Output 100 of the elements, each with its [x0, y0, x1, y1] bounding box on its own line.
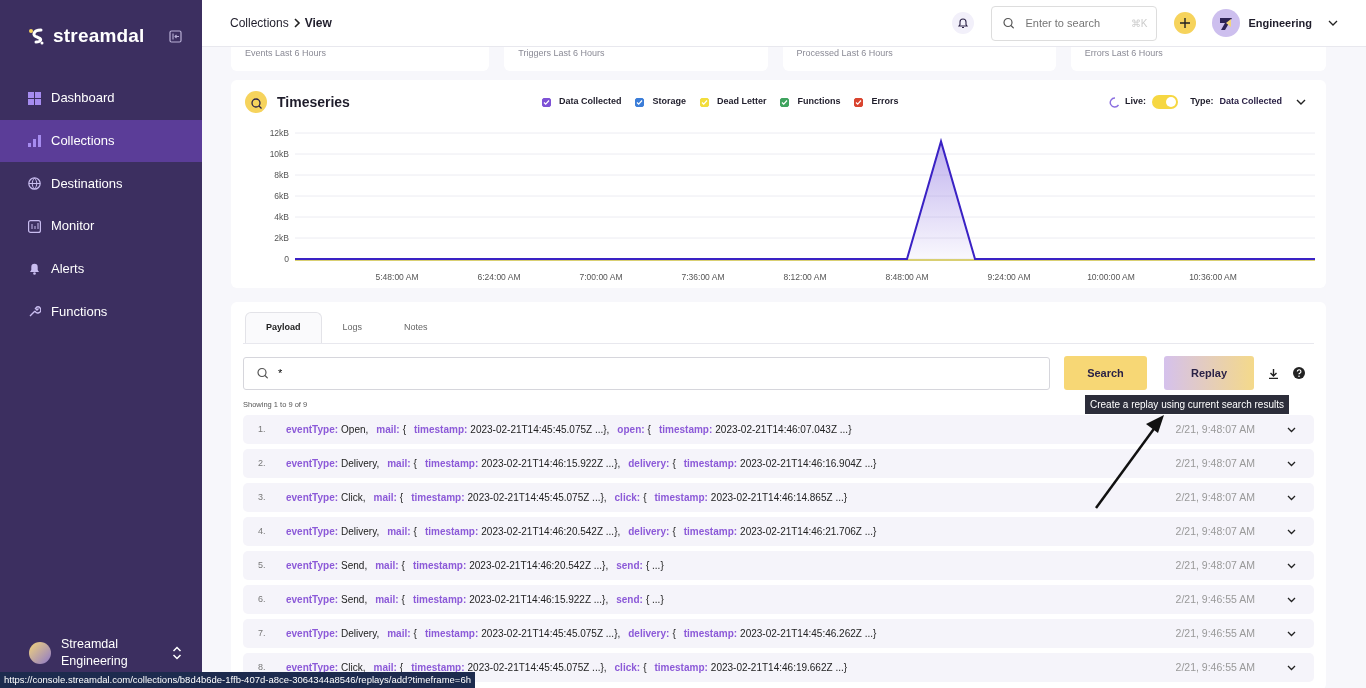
- timeseries-icon: [245, 91, 267, 113]
- add-button[interactable]: [1174, 12, 1197, 34]
- wrench-icon: [28, 304, 41, 318]
- payload-row[interactable]: 7. eventType: Delivery, mail: { timestamp: 2023-02-21T14:45:45.075Z ...}, delivery: { timestamp: 2023-02-21T14:45:46.262Z ...} 2/21, 9:46:55 AM: [243, 619, 1314, 648]
- chevron-down-icon: [1296, 99, 1306, 105]
- stat-label: Processed Last 6 Hours: [796, 48, 893, 58]
- legend-checkbox[interactable]: [780, 97, 790, 107]
- chevron-down-icon[interactable]: [1328, 20, 1338, 26]
- plus-icon: [1179, 17, 1192, 29]
- logo-icon: [27, 26, 45, 46]
- nav-item[interactable]: Alerts: [0, 247, 202, 290]
- stat-label: Events Last 6 Hours: [245, 48, 327, 58]
- notification-icon[interactable]: [952, 12, 975, 34]
- nav-item[interactable]: Dashboard: [0, 77, 202, 119]
- tab[interactable]: Notes: [383, 312, 449, 343]
- team-name: Engineering: [61, 653, 128, 670]
- switch-icon[interactable]: [172, 646, 182, 660]
- row-number: 5.: [258, 558, 267, 572]
- payload-row[interactable]: 3. eventType: Click, mail: { timestamp: 2023-02-21T14:45:45.075Z ...}, click: { timestamp: 2023-02-21T14:46:14.865Z ...} 2/21, 9:48:07 AM: [243, 483, 1314, 512]
- row-time: 2/21, 9:48:07 AM: [1175, 557, 1255, 573]
- team-name: Engineering: [1248, 15, 1312, 31]
- chevron-down-icon[interactable]: [1287, 630, 1296, 637]
- payload-text: eventType: Send, mail: { timestamp: 2023-02-21T14:46:20.542Z ...}, send: { ...}: [285, 559, 664, 573]
- account-name: Streamdal: [61, 636, 119, 653]
- row-time: 2/21, 9:48:07 AM: [1175, 421, 1255, 437]
- legend-checkbox[interactable]: [635, 97, 645, 107]
- legend-label: Functions: [797, 95, 841, 109]
- payload-row[interactable]: 2. eventType: Delivery, mail: { timestamp: 2023-02-21T14:46:15.922Z ...}, delivery: { timestamp: 2023-02-21T14:46:16.904Z ...} 2/21, 9:48:07 AM: [243, 449, 1314, 478]
- row-number: 8.: [258, 660, 267, 674]
- globe-icon: [28, 176, 41, 190]
- row-number: 6.: [258, 592, 267, 606]
- chevron-right-icon: [292, 18, 301, 28]
- chart-title: Timeseries: [277, 92, 350, 112]
- legend-label: Data Collected: [558, 95, 622, 109]
- legend-checkbox[interactable]: [854, 97, 864, 107]
- tab[interactable]: Payload: [245, 312, 322, 343]
- search-button[interactable]: Search: [1064, 356, 1147, 390]
- legend-label: Errors: [871, 95, 899, 109]
- nav-item[interactable]: Functions: [0, 290, 202, 333]
- row-number: 7.: [258, 626, 267, 640]
- chevron-down-icon[interactable]: [1287, 494, 1296, 501]
- search-icon: [1003, 17, 1015, 29]
- x-tick-label: 7:00:00 AM: [579, 272, 623, 282]
- replay-button[interactable]: Replay: [1164, 356, 1254, 390]
- payload-row[interactable]: 5. eventType: Send, mail: { timestamp: 2023-02-21T14:46:20.542Z ...}, send: { ...} 2/21, 9:48:07 AM: [243, 551, 1314, 580]
- chevron-down-icon[interactable]: [1287, 460, 1296, 467]
- nav-item[interactable]: Destinations: [0, 162, 202, 205]
- y-tick-label: 2kB: [274, 233, 289, 243]
- type-dropdown[interactable]: Data Collected: [1219, 95, 1306, 109]
- team-avatar[interactable]: [1212, 9, 1241, 37]
- nav-item[interactable]: Monitor: [0, 205, 202, 248]
- chevron-down-icon[interactable]: [1287, 596, 1296, 603]
- nav-item[interactable]: Collections: [0, 119, 202, 162]
- brand-name: streamdal: [53, 23, 145, 48]
- collapse-icon[interactable]: [169, 29, 182, 43]
- row-time: 2/21, 9:46:55 AM: [1175, 625, 1255, 641]
- x-tick-label: 8:12:00 AM: [783, 272, 827, 282]
- row-time: 2/21, 9:48:07 AM: [1175, 523, 1255, 539]
- breadcrumb-link[interactable]: View: [304, 14, 332, 32]
- y-tick-label: 0: [284, 254, 289, 264]
- monitor-icon: [28, 219, 41, 233]
- stat-label: Errors Last 6 Hours: [1084, 48, 1163, 58]
- x-tick-label: 9:24:00 AM: [987, 272, 1031, 282]
- row-time: 2/21, 9:48:07 AM: [1175, 455, 1255, 471]
- type-label: Type:: [1190, 95, 1214, 109]
- row-number: 4.: [258, 524, 267, 538]
- payload-text: eventType: Send, mail: { timestamp: 2023-02-21T14:46:15.922Z ...}, send: { ...}: [285, 593, 664, 607]
- row-number: 1.: [258, 422, 267, 436]
- x-tick-label: 5:48:00 AM: [375, 272, 419, 282]
- tab[interactable]: Logs: [321, 312, 384, 343]
- chevron-down-icon[interactable]: [1287, 664, 1296, 671]
- payload-row[interactable]: 4. eventType: Delivery, mail: { timestamp: 2023-02-21T14:46:20.542Z ...}, delivery: { timestamp: 2023-02-21T14:46:21.706Z ...} 2/21, 9:48:07 AM: [243, 517, 1314, 546]
- y-tick-label: 8kB: [274, 170, 289, 180]
- payload-text: eventType: Click, mail: { timestamp: 2023-02-21T14:45:45.075Z ...}, click: { timestamp: 2023-02-21T14:46:14.865Z ...}: [285, 491, 848, 505]
- bell-icon: [28, 262, 41, 276]
- row-number: 3.: [258, 490, 267, 504]
- legend-label: Storage: [652, 95, 686, 109]
- row-time: 2/21, 9:46:55 AM: [1175, 591, 1255, 607]
- breadcrumb-link[interactable]: Collections: [230, 14, 289, 32]
- payload-row[interactable]: 1. eventType: Open, mail: { timestamp: 2023-02-21T14:45:45.075Z ...}, open: { timestamp: 2023-02-21T14:46:07.043Z ...} 2/21, 9:48:07 AM: [243, 415, 1314, 444]
- legend-checkbox[interactable]: [541, 97, 551, 107]
- y-tick-label: 6kB: [274, 191, 289, 201]
- download-icon[interactable]: [1268, 367, 1279, 379]
- chevron-down-icon[interactable]: [1287, 528, 1296, 535]
- legend-label: Dead Letter: [716, 95, 767, 109]
- live-label: Live:: [1125, 95, 1147, 109]
- help-icon[interactable]: [1293, 367, 1305, 379]
- x-tick-label: 10:00:00 AM: [1087, 272, 1135, 282]
- payload-text: eventType: Delivery, mail: { timestamp: 2023-02-21T14:46:15.922Z ...}, delivery: { timestamp: 2023-02-21T14:46:16.904Z ...}: [285, 457, 877, 471]
- stat-label: Triggers Last 6 Hours: [518, 48, 605, 58]
- x-tick-label: 7:36:00 AM: [681, 272, 725, 282]
- payload-row[interactable]: 6. eventType: Send, mail: { timestamp: 2023-02-21T14:46:15.922Z ...}, send: { ...} 2/21, 9:46:55 AM: [243, 585, 1314, 614]
- x-tick-label: 6:24:00 AM: [477, 272, 521, 282]
- y-tick-label: 12kB: [269, 128, 289, 138]
- live-toggle[interactable]: [1152, 95, 1179, 109]
- row-time: 2/21, 9:48:07 AM: [1175, 489, 1255, 505]
- chevron-down-icon[interactable]: [1287, 562, 1296, 569]
- x-tick-label: 10:36:00 AM: [1189, 272, 1237, 282]
- chevron-down-icon[interactable]: [1287, 426, 1296, 433]
- search-field[interactable]: *: [243, 356, 1050, 390]
